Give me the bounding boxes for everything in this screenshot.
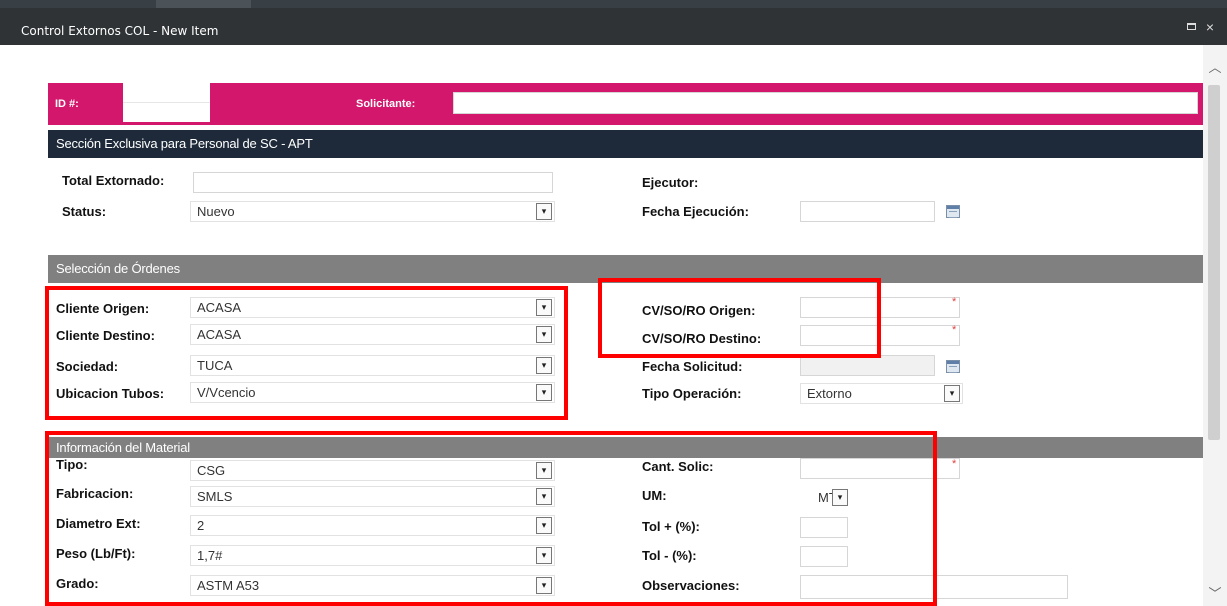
ubicacion-tubos-value: V/Vcencio (197, 385, 256, 400)
cv-origen-label: CV/SO/RO Origen: (642, 303, 756, 318)
window-tab-accent (156, 0, 251, 8)
id-field[interactable] (123, 102, 210, 122)
chevron-down-icon: ▾ (536, 577, 552, 594)
chevron-down-icon: ▾ (536, 488, 552, 505)
window-title-bar: Control Extornos COL - New Item × (0, 0, 1227, 45)
observaciones-field[interactable] (800, 575, 1068, 599)
fabricacion-label: Fabricacion: (56, 486, 134, 501)
grado-label: Grado: (56, 576, 99, 591)
diametro-value: 2 (197, 518, 205, 533)
cliente-destino-value: ACASA (197, 327, 242, 342)
section-header-sc: Sección Exclusiva para Personal de SC - … (48, 130, 1203, 158)
chevron-down-icon: ▾ (536, 299, 552, 316)
ubicacion-tubos-label: Ubicacion Tubos: (56, 386, 165, 401)
diametro-select[interactable]: 2 ▾ (190, 515, 555, 536)
sociedad-select[interactable]: TUCA ▾ (190, 355, 555, 376)
cliente-destino-select[interactable]: ACASA ▾ (190, 324, 555, 345)
peso-label: Peso (Lb/Ft): (56, 546, 136, 561)
cv-origen-field[interactable] (800, 297, 960, 318)
highlight-box-cv (598, 278, 881, 358)
peso-select[interactable]: 1,7# ▾ (190, 545, 555, 566)
chevron-down-icon: ▾ (536, 203, 552, 220)
um-label: UM: (642, 488, 667, 503)
sociedad-label: Sociedad: (56, 359, 119, 374)
observaciones-label: Observaciones: (642, 578, 740, 593)
tol-plus-label: Tol + (%): (642, 519, 700, 534)
cliente-origen-value: ACASA (197, 300, 242, 315)
fabricacion-select[interactable]: SMLS ▾ (190, 486, 555, 507)
cliente-destino-label: Cliente Destino: (56, 328, 155, 343)
id-label: ID #: (55, 98, 79, 110)
fecha-ejecucion-field[interactable] (800, 201, 935, 222)
section-header-material: Información del Material (48, 437, 1203, 458)
ubicacion-tubos-select[interactable]: V/Vcencio ▾ (190, 382, 555, 403)
cant-solic-label: Cant. Solic: (642, 459, 714, 474)
cant-solic-field[interactable] (800, 458, 960, 479)
required-marker: * (952, 324, 957, 336)
id-field-top (123, 83, 210, 103)
tol-plus-field[interactable] (800, 517, 848, 538)
chevron-down-icon: ▾ (536, 357, 552, 374)
tipo-select[interactable]: CSG ▾ (190, 460, 555, 481)
chevron-down-icon: ▾ (536, 517, 552, 534)
chevron-up-icon[interactable]: ︿ (1207, 57, 1223, 75)
fabricacion-value: SMLS (197, 489, 233, 504)
vertical-scrollbar[interactable]: ︿ ﹀ (1203, 45, 1227, 606)
tipo-operacion-select[interactable]: Extorno ▾ (800, 383, 963, 404)
tipo-label: Tipo: (56, 457, 88, 472)
close-button[interactable]: × (1203, 20, 1217, 34)
sociedad-value: TUCA (197, 358, 233, 373)
chevron-down-icon[interactable]: ﹀ (1207, 583, 1223, 601)
window-title: Control Extornos COL - New Item (21, 24, 219, 38)
status-label: Status: (62, 204, 107, 219)
tipo-value: CSG (197, 463, 226, 478)
cv-destino-label: CV/SO/RO Destino: (642, 331, 762, 346)
diametro-label: Diametro Ext: (56, 516, 141, 531)
chevron-down-icon: ▾ (832, 489, 848, 506)
tipo-operacion-label: Tipo Operación: (642, 386, 742, 401)
cliente-origen-label: Cliente Origen: (56, 301, 150, 316)
dialog-content: ID #: Solicitante: Sección Exclusiva par… (0, 45, 1227, 606)
ejecutor-label: Ejecutor: (642, 175, 699, 190)
chevron-down-icon: ▾ (536, 384, 552, 401)
fecha-solicitud-label: Fecha Solicitud: (642, 359, 743, 374)
tol-minus-label: Tol - (%): (642, 548, 697, 563)
status-select[interactable]: Nuevo ▾ (190, 201, 555, 222)
calendar-icon[interactable] (946, 360, 960, 373)
grado-select[interactable]: ASTM A53 ▾ (190, 575, 555, 596)
chevron-down-icon: ▾ (944, 385, 960, 402)
peso-value: 1,7# (197, 548, 223, 563)
fecha-ejecucion-label: Fecha Ejecución: (642, 204, 749, 219)
chevron-down-icon: ▾ (536, 547, 552, 564)
section-header-ordenes: Selección de Órdenes (48, 255, 1203, 283)
id-bar: ID #: Solicitante: (48, 83, 1203, 125)
tol-minus-field[interactable] (800, 546, 848, 567)
scroll-thumb[interactable] (1208, 85, 1220, 440)
close-icon: × (1205, 19, 1215, 35)
um-select[interactable]: MT ▾ (800, 488, 850, 509)
status-value: Nuevo (197, 204, 235, 219)
fecha-solicitud-field (800, 355, 935, 376)
chevron-down-icon: ▾ (536, 326, 552, 343)
cv-destino-field[interactable] (800, 325, 960, 346)
tipo-operacion-value: Extorno (807, 386, 852, 401)
total-extornado-field[interactable] (193, 172, 553, 193)
chevron-down-icon: ▾ (536, 462, 552, 479)
maximize-icon (1187, 23, 1196, 30)
solicitante-field[interactable] (453, 92, 1198, 114)
calendar-icon[interactable] (946, 205, 960, 218)
required-marker: * (952, 458, 957, 470)
maximize-button[interactable] (1185, 20, 1199, 34)
total-extornado-label: Total Extornado: (62, 173, 165, 188)
required-marker: * (952, 296, 957, 308)
grado-value: ASTM A53 (197, 578, 260, 593)
solicitante-label: Solicitante: (356, 98, 416, 110)
cliente-origen-select[interactable]: ACASA ▾ (190, 297, 555, 318)
